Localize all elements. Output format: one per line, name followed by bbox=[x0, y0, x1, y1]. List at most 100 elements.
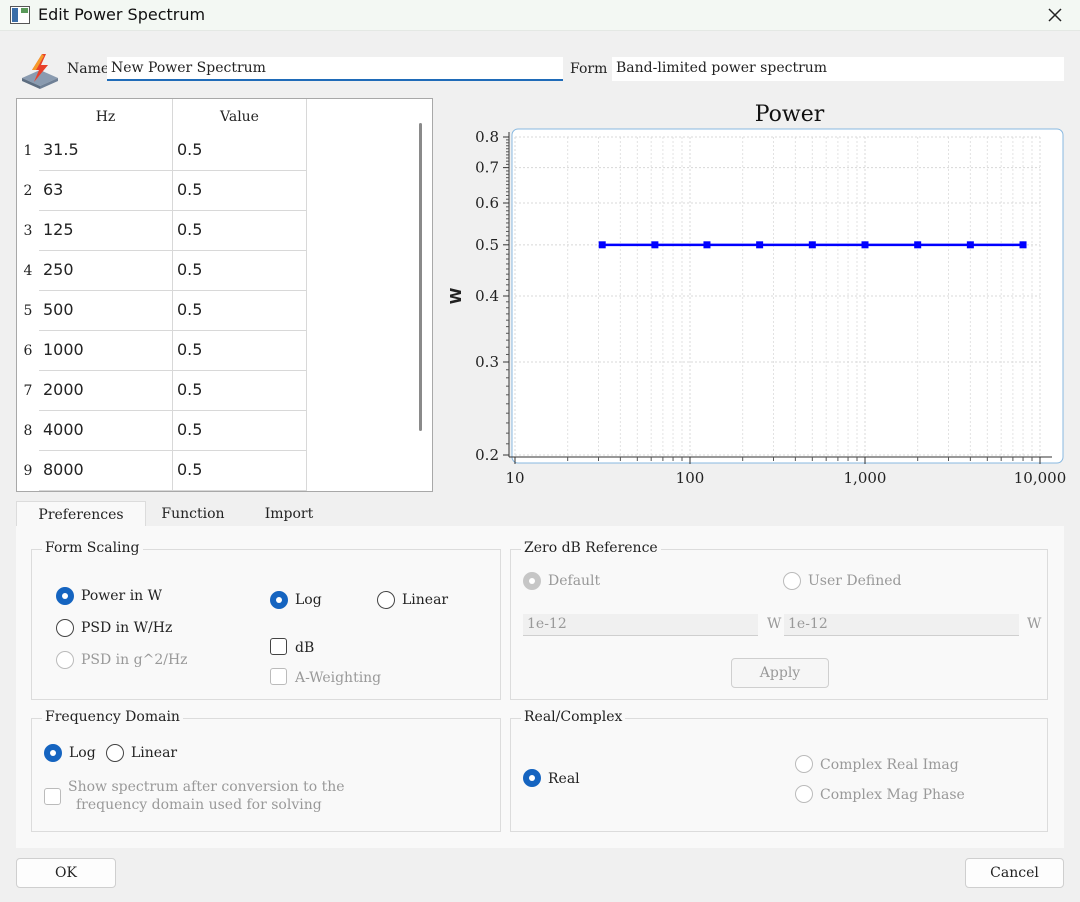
tab-import[interactable]: Import bbox=[250, 501, 328, 527]
psd-g2-hz-label: PSD in g^2/Hz bbox=[81, 652, 188, 668]
power-spectrum-logo-icon bbox=[22, 54, 58, 89]
data-point bbox=[756, 241, 764, 249]
user-defined-radio[interactable] bbox=[783, 572, 801, 590]
show-spectrum-label-line1: Show spectrum after conversion to the bbox=[68, 779, 345, 795]
name-label: Name bbox=[67, 61, 110, 77]
zero-db-default-value[interactable]: 1e-12 bbox=[523, 614, 758, 636]
scale-linear-label: Linear bbox=[402, 592, 449, 608]
real-complex-title: Real/Complex bbox=[521, 709, 626, 725]
complex-mag-phase-label: Complex Mag Phase bbox=[820, 787, 965, 803]
preferences-panel: Form Scaling Power in W PSD in W/Hz PSD … bbox=[16, 526, 1064, 848]
name-form-row: Name New Power Spectrum Form Band-limite… bbox=[18, 52, 1068, 90]
real-label: Real bbox=[548, 771, 580, 787]
cell-hz[interactable]: 8000 bbox=[39, 451, 173, 491]
y-tick-label: 0.7 bbox=[475, 159, 499, 177]
y-tick-label: 0.8 bbox=[475, 128, 499, 146]
app-icon bbox=[10, 6, 30, 24]
y-tick-label: 0.4 bbox=[475, 287, 499, 305]
row-number: 7 bbox=[23, 383, 33, 399]
ok-button[interactable]: OK bbox=[16, 858, 116, 888]
complex-real-imag-label: Complex Real Imag bbox=[820, 757, 959, 773]
data-point bbox=[1019, 241, 1027, 249]
cell-hz[interactable]: 2000 bbox=[39, 371, 173, 411]
freq-log-label: Log bbox=[69, 745, 96, 761]
row-number: 8 bbox=[23, 423, 33, 439]
tab-preferences[interactable]: Preferences bbox=[16, 501, 146, 527]
zero-db-unit-1: W bbox=[767, 616, 782, 632]
zero-db-unit-2: W bbox=[1027, 616, 1042, 632]
title-bar: Edit Power Spectrum bbox=[0, 0, 1080, 31]
y-tick-label: 0.3 bbox=[475, 353, 499, 371]
complex-mag-phase-radio[interactable] bbox=[795, 785, 813, 803]
power-chart: Power 0.2 0.3 0.4 0.5 0.6 0.7 0.8 10 100 1,000 10,0… bbox=[440, 95, 1080, 505]
column-header-value[interactable]: Value bbox=[173, 99, 307, 131]
cancel-button[interactable]: Cancel bbox=[965, 858, 1064, 888]
apply-button[interactable]: Apply bbox=[731, 658, 829, 688]
cell-hz[interactable]: 4000 bbox=[39, 411, 173, 451]
scale-log-radio[interactable] bbox=[270, 591, 288, 609]
data-point bbox=[703, 241, 711, 249]
cell-value[interactable]: 0.5 bbox=[173, 331, 307, 371]
scale-linear-radio[interactable] bbox=[377, 591, 395, 609]
a-weighting-label: A-Weighting bbox=[295, 670, 382, 686]
complex-real-imag-radio[interactable] bbox=[795, 755, 813, 773]
freq-linear-radio[interactable] bbox=[106, 744, 124, 762]
psd-w-hz-radio[interactable] bbox=[56, 619, 74, 637]
db-label: dB bbox=[295, 640, 315, 656]
row-number: 4 bbox=[23, 263, 33, 279]
form-scaling-title: Form Scaling bbox=[42, 540, 143, 556]
show-spectrum-checkbox[interactable] bbox=[44, 788, 61, 805]
form-input[interactable]: Band-limited power spectrum bbox=[612, 57, 1064, 81]
chart-title: Power bbox=[755, 102, 825, 127]
row-number: 9 bbox=[23, 463, 33, 479]
zero-db-title: Zero dB Reference bbox=[521, 540, 661, 556]
cell-hz[interactable]: 31.5 bbox=[39, 131, 173, 171]
zero-db-default-label: Default bbox=[548, 573, 601, 589]
table-scrollbar[interactable] bbox=[419, 123, 422, 431]
name-input[interactable]: New Power Spectrum bbox=[107, 57, 563, 81]
row-number: 1 bbox=[23, 143, 33, 159]
cell-value[interactable]: 0.5 bbox=[173, 371, 307, 411]
tab-function[interactable]: Function bbox=[146, 501, 240, 527]
row-number: 2 bbox=[23, 183, 33, 199]
cell-value[interactable]: 0.5 bbox=[173, 411, 307, 451]
real-radio[interactable] bbox=[523, 769, 541, 787]
a-weighting-checkbox[interactable] bbox=[270, 668, 287, 685]
window-title: Edit Power Spectrum bbox=[38, 5, 206, 24]
x-tick-label: 1,000 bbox=[844, 469, 887, 487]
frequency-domain-title: Frequency Domain bbox=[42, 709, 183, 725]
x-tick-label: 100 bbox=[676, 469, 705, 487]
column-header-hz[interactable]: Hz bbox=[39, 99, 173, 131]
freq-log-radio[interactable] bbox=[44, 744, 62, 762]
db-checkbox[interactable] bbox=[270, 638, 287, 655]
cell-value[interactable]: 0.5 bbox=[173, 211, 307, 251]
scale-log-label: Log bbox=[295, 592, 322, 608]
cell-value[interactable]: 0.5 bbox=[173, 291, 307, 331]
row-number: 3 bbox=[23, 223, 33, 239]
cell-hz[interactable]: 250 bbox=[39, 251, 173, 291]
x-tick-label: 10,000 bbox=[1014, 469, 1067, 487]
row-number: 6 bbox=[23, 343, 33, 359]
chart-svg: Power 0.2 0.3 0.4 0.5 0.6 0.7 0.8 10 100 1,000 10,0… bbox=[447, 102, 1067, 487]
cell-hz[interactable]: 63 bbox=[39, 171, 173, 211]
cell-hz[interactable]: 125 bbox=[39, 211, 173, 251]
cell-value[interactable]: 0.5 bbox=[173, 171, 307, 211]
form-label: Form bbox=[570, 61, 608, 77]
zero-db-default-radio[interactable] bbox=[523, 572, 541, 590]
user-defined-value[interactable]: 1e-12 bbox=[784, 614, 1019, 636]
data-point bbox=[914, 241, 922, 249]
cell-value[interactable]: 0.5 bbox=[173, 251, 307, 291]
data-table[interactable]: Hz Value 1 31.5 0.5 2 63 0.5 3 125 0.5 4 250 0.5 5 50… bbox=[16, 98, 433, 492]
psd-g2-hz-radio[interactable] bbox=[56, 651, 74, 669]
power-in-w-radio[interactable] bbox=[56, 587, 74, 605]
cell-value[interactable]: 0.5 bbox=[173, 131, 307, 171]
row-number: 5 bbox=[23, 303, 33, 319]
data-point bbox=[966, 241, 974, 249]
close-icon bbox=[1048, 8, 1062, 22]
cell-hz[interactable]: 500 bbox=[39, 291, 173, 331]
cell-hz[interactable]: 1000 bbox=[39, 331, 173, 371]
cell-value[interactable]: 0.5 bbox=[173, 451, 307, 491]
close-button[interactable] bbox=[1040, 3, 1070, 27]
freq-linear-label: Linear bbox=[131, 745, 178, 761]
user-defined-label: User Defined bbox=[808, 573, 902, 589]
